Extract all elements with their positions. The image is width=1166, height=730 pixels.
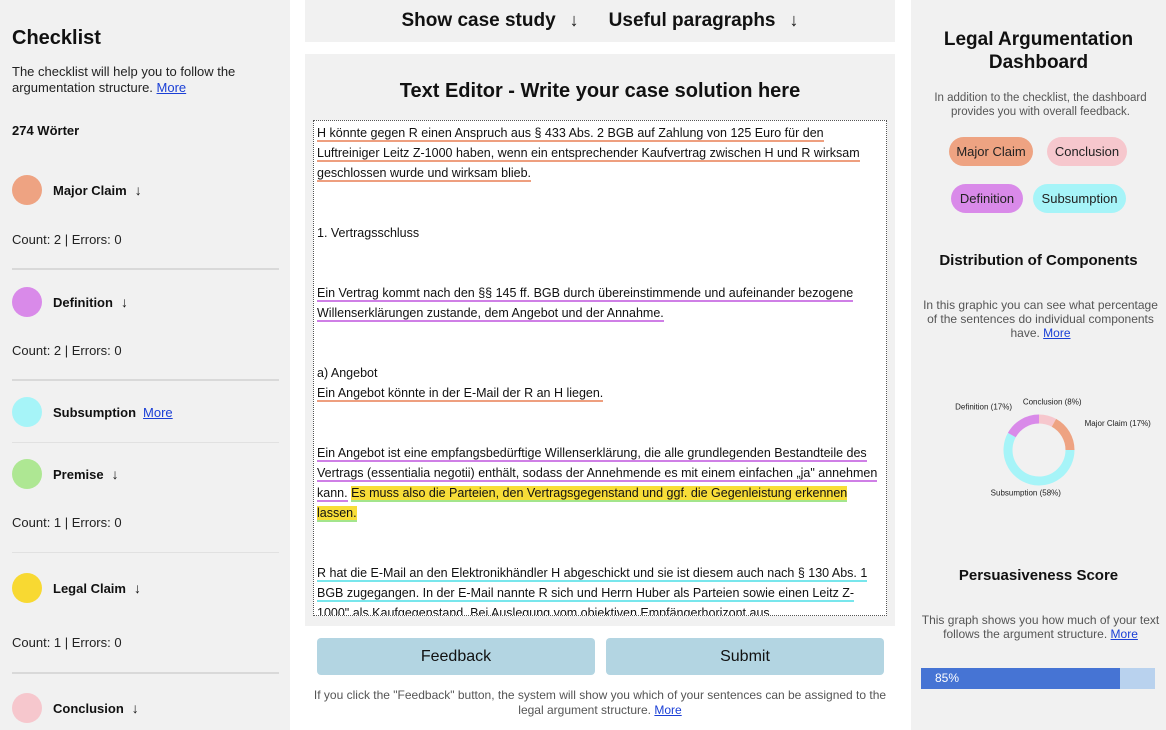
- top-toolbar: Show case study ↓ Useful paragraphs ↓: [305, 0, 895, 42]
- paragraph: Ein Vertrag kommt nach den §§ 145 ff. BG…: [317, 283, 880, 323]
- component-premise[interactable]: Premise ↓: [12, 459, 280, 489]
- case-study-label: Show case study: [401, 10, 556, 31]
- donut-label-major-claim: Major Claim (17%): [1085, 419, 1152, 428]
- donut-label-definition: Definition (17%): [955, 403, 1012, 412]
- distribution-more-link[interactable]: More: [1043, 326, 1070, 340]
- component-definition[interactable]: Definition ↓: [12, 287, 280, 317]
- component-label: Definition: [53, 294, 113, 310]
- dashboard-title: Legal Argumentation Dashboard: [943, 29, 1134, 73]
- persuasiveness-more-link[interactable]: More: [1111, 627, 1138, 641]
- component-major-claim[interactable]: Major Claim ↓: [12, 175, 280, 205]
- donut-slice-major-claim: [1051, 418, 1075, 451]
- paragraphs-label: Useful paragraphs: [608, 10, 776, 31]
- component-count: Count: 2 | Errors: 0: [12, 232, 122, 247]
- checklist-intro: The checklist will help you to follow th…: [12, 64, 278, 96]
- donut-slice-subsumption: [1003, 432, 1075, 486]
- submit-button[interactable]: Submit: [606, 638, 884, 675]
- component-label: Subsumption: [53, 404, 137, 420]
- definition-sentence: Ein Vertrag kommt nach den §§ 145 ff. BG…: [317, 286, 854, 322]
- distribution-text-body: In this graphic you can see what percent…: [923, 298, 1158, 340]
- pill-conclusion: Conclusion: [1047, 137, 1127, 166]
- donut-slice-conclusion: [1038, 414, 1057, 427]
- component-label: Major Claim: [53, 182, 127, 198]
- arrow-down-icon[interactable]: ↓: [134, 580, 141, 596]
- paragraph: Ein Angebot könnte in der E-Mail der R a…: [317, 383, 880, 403]
- paragraph: Ein Angebot ist eine empfangsbedürftige …: [317, 443, 880, 523]
- feedback-note-text: If you click the "Feedback" button, the …: [313, 688, 887, 717]
- pill-major-claim: Major Claim: [949, 137, 1033, 166]
- checklist-more-link[interactable]: More: [157, 80, 187, 95]
- useful-paragraphs-button[interactable]: Useful paragraphs ↓: [609, 10, 799, 32]
- persuasiveness-progress-bar: 85%: [921, 668, 1155, 689]
- major-claim-sentence: H könnte gegen R einen Anspruch aus § 43…: [317, 126, 860, 182]
- arrow-down-icon[interactable]: ↓: [135, 182, 142, 198]
- persuasiveness-text: This graph shows you how much of your te…: [919, 613, 1162, 641]
- feedback-button[interactable]: Feedback: [317, 638, 595, 675]
- major-claim-sentence: Ein Angebot könnte in der E-Mail der R a…: [317, 386, 604, 402]
- paragraph: H könnte gegen R einen Anspruch aus § 43…: [317, 123, 880, 183]
- word-count: 274 Wörter: [12, 123, 80, 138]
- component-label: Premise: [53, 466, 104, 482]
- arrow-down-icon: ↓: [789, 10, 799, 30]
- paragraph: R hat die E-Mail an den Elektronikhändle…: [317, 563, 880, 615]
- divider: [12, 672, 279, 674]
- arrow-down-icon: ↓: [569, 10, 579, 30]
- checklist-intro-text: The checklist will help you to follow th…: [12, 64, 236, 95]
- feedback-more-link[interactable]: More: [654, 703, 681, 717]
- component-label: Legal Claim: [53, 580, 126, 596]
- definition-dot: [12, 287, 42, 317]
- highlighted-sentence: Es muss also die Parteien, den Vertragsg…: [317, 486, 848, 522]
- arrow-down-icon[interactable]: ↓: [132, 700, 139, 716]
- distribution-donut-chart: Conclusion (8%) Major Claim (17%) Subsumpt…: [955, 397, 1152, 498]
- subsumption-dot: [12, 397, 42, 427]
- subsumption-more-link[interactable]: More: [143, 405, 173, 420]
- conclusion-dot: [12, 693, 42, 723]
- checklist-panel: Checklist The checklist will help you to…: [0, 0, 290, 730]
- divider: [12, 552, 279, 553]
- component-count: Count: 2 | Errors: 0: [12, 343, 122, 358]
- premise-dot: [12, 459, 42, 489]
- dashboard-intro: In addition to the checklist, the dashbo…: [934, 92, 1147, 118]
- donut-label-subsumption: Subsumption (58%): [991, 489, 1062, 498]
- editor-title: Text Editor - Write your case solution h…: [399, 80, 801, 102]
- paragraph: a) Angebot: [317, 366, 378, 380]
- divider: [12, 268, 279, 270]
- donut-label-conclusion: Conclusion (8%): [1023, 397, 1082, 406]
- checklist-title: Checklist: [12, 27, 101, 49]
- editor-panel: Text Editor - Write your case solution h…: [305, 54, 895, 626]
- component-legal-claim[interactable]: Legal Claim ↓: [12, 573, 280, 603]
- subsumption-sentence: R hat die E-Mail an den Elektronikhändle…: [317, 566, 868, 615]
- persuasiveness-title: Persuasiveness Score: [958, 567, 1119, 584]
- paragraph: 1. Vertragsschluss: [317, 226, 420, 240]
- progress-fill: 85%: [921, 668, 1120, 689]
- component-subsumption[interactable]: Subsumption More: [12, 397, 280, 427]
- action-bar: Feedback Submit If you click the "Feedba…: [305, 626, 895, 730]
- divider: [12, 442, 279, 443]
- component-count: Count: 1 | Errors: 0: [12, 515, 122, 530]
- arrow-down-icon[interactable]: ↓: [112, 466, 119, 482]
- divider: [12, 379, 279, 381]
- feedback-note: If you click the "Feedback" button, the …: [305, 688, 895, 718]
- text-editor[interactable]: H könnte gegen R einen Anspruch aus § 43…: [313, 120, 887, 616]
- distribution-title: Distribution of Components: [939, 252, 1138, 269]
- dashboard-panel: Legal Argumentation Dashboard In additio…: [911, 0, 1166, 730]
- major-claim-dot: [12, 175, 42, 205]
- pill-definition: Definition: [951, 184, 1023, 213]
- component-count: Count: 1 | Errors: 0: [12, 635, 122, 650]
- arrow-down-icon[interactable]: ↓: [121, 294, 128, 310]
- component-conclusion[interactable]: Conclusion ↓: [12, 693, 280, 723]
- component-label: Conclusion: [53, 700, 124, 716]
- show-case-study-button[interactable]: Show case study ↓: [402, 10, 579, 32]
- pill-subsumption: Subsumption: [1033, 184, 1126, 213]
- donut-slice-definition: [1007, 414, 1040, 438]
- distribution-text: In this graphic you can see what percent…: [919, 298, 1162, 340]
- legal-claim-dot: [12, 573, 42, 603]
